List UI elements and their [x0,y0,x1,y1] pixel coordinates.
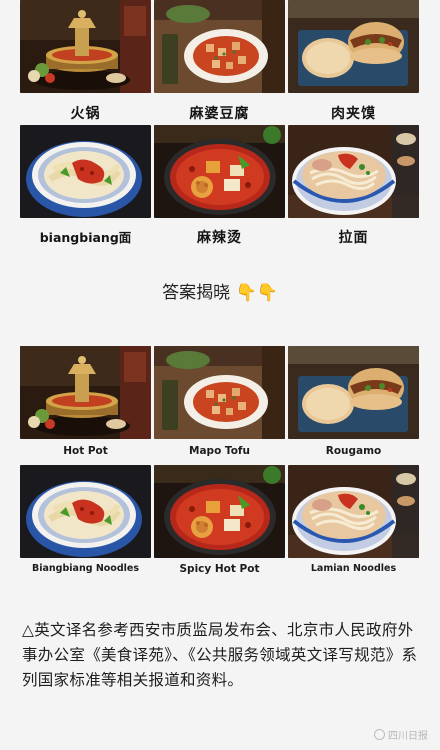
dish-name-english: Hot Pot [63,445,108,457]
dish-name: 麻婆豆腐 [189,106,250,122]
dish-name: 麻辣烫 [197,230,242,246]
spicy-hot-pot-photo [154,465,285,558]
hot-pot-photo [20,346,151,439]
dish-name-english: Rougamo [325,445,382,457]
biangbiang-noodles-photo [20,465,151,558]
watermark: 四川日报 [374,727,428,742]
dish-name: 火锅 [70,106,101,122]
answer-reveal-heading: 答案揭晓 👇👇 [0,278,440,303]
answer-dish-grid: Hot Pot Mapo Tofu Rougamo Biangbiang Noo… [20,346,420,586]
mapo-tofu-photo [154,0,285,93]
weibo-logo-icon [374,729,385,740]
dish-name: 拉面 [338,230,369,246]
dish-name-english: Mapo Tofu [189,445,250,457]
hot-pot-photo [20,0,151,93]
rougamo-photo [288,346,419,439]
reveal-text: 答案揭晓 [162,283,231,303]
biangbiang-noodles-photo [20,125,151,218]
watermark-text: 四川日报 [388,731,428,742]
dish-name: 肉夹馍 [331,106,376,122]
lamian-noodles-photo [288,465,419,558]
quiz-dish-grid: 火锅 麻婆豆腐 肉夹馍 biangbiang面 麻辣烫 拉面 [20,0,420,246]
lamian-noodles-photo [288,125,419,218]
dish-name-english: Lamian Noodles [310,563,397,574]
dish-name: biangbiang面 [39,230,132,245]
dish-name-english: Biangbiang Noodles [32,563,139,574]
rougamo-photo [288,0,419,93]
mapo-tofu-photo [154,346,285,439]
translation-source-note: △英文译名参考西安市质监局发布会、北京市人民政府外事办公室《美食译苑》、《公共服… [22,621,418,689]
spicy-hot-pot-photo [154,125,285,218]
pointing-down-icon: 👇👇 [235,283,278,303]
dish-name-english: Spicy Hot Pot [179,563,260,575]
